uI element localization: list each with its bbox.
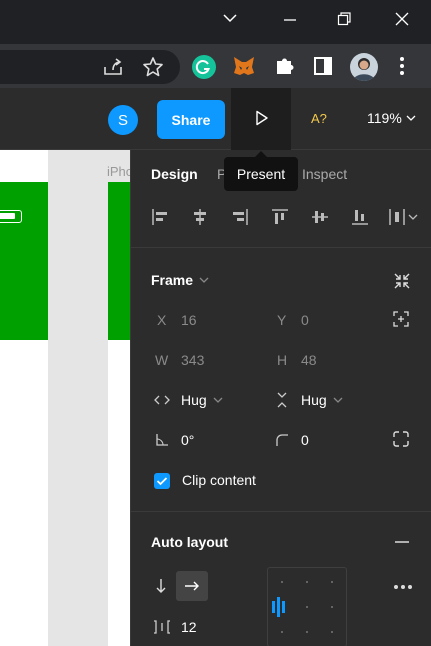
x-label: X bbox=[157, 312, 167, 328]
green-header-left[interactable] bbox=[0, 182, 48, 340]
address-bar[interactable] bbox=[0, 50, 180, 84]
bookmark-star-icon[interactable] bbox=[142, 56, 164, 78]
align-vertical-center-icon[interactable] bbox=[311, 208, 329, 226]
tooltip-arrow bbox=[255, 151, 267, 157]
independent-corners-icon[interactable] bbox=[393, 431, 409, 447]
chevron-down-icon bbox=[199, 277, 209, 283]
hug-vertical-icon bbox=[276, 391, 288, 409]
sidepanel-icon[interactable] bbox=[313, 56, 333, 76]
h-input[interactable]: 48 bbox=[301, 352, 317, 368]
w-label: W bbox=[155, 352, 169, 368]
clip-content-checkbox[interactable] bbox=[154, 473, 170, 489]
divider bbox=[131, 511, 431, 512]
properties-panel: Design P Inspect Present Frame X 16 Y 0 bbox=[130, 150, 431, 646]
corner-radius-icon bbox=[275, 433, 289, 447]
divider bbox=[131, 247, 431, 248]
width-mode: Hug bbox=[181, 392, 207, 408]
extensions-puzzle-icon[interactable] bbox=[273, 55, 295, 77]
spacing-input[interactable]: 12 bbox=[181, 619, 197, 635]
tab-design[interactable]: Design bbox=[151, 166, 198, 182]
share-button[interactable]: Share bbox=[157, 100, 225, 139]
tooltip-text: Present bbox=[236, 166, 286, 182]
profile-avatar[interactable] bbox=[350, 53, 378, 81]
resize-to-fit-icon[interactable] bbox=[393, 272, 411, 290]
horizontal-direction-button[interactable] bbox=[176, 571, 208, 601]
y-label: Y bbox=[277, 312, 287, 328]
missing-fonts-button[interactable]: A? bbox=[311, 111, 327, 126]
height-mode: Hug bbox=[301, 392, 327, 408]
close-icon[interactable] bbox=[394, 11, 410, 27]
restore-icon[interactable] bbox=[336, 11, 352, 27]
checkmark-icon bbox=[156, 477, 168, 486]
auto-layout-alignment-grid[interactable] bbox=[267, 567, 347, 646]
green-header-right[interactable] bbox=[108, 182, 130, 340]
corner-radius-input[interactable]: 0 bbox=[301, 432, 309, 448]
chevron-down-icon[interactable] bbox=[222, 12, 238, 24]
auto-layout-title: Auto layout bbox=[151, 534, 228, 550]
figma-toolbar: S Share A? 119% bbox=[0, 88, 431, 150]
more-options-icon[interactable] bbox=[393, 584, 413, 590]
chevron-down-icon bbox=[406, 115, 416, 121]
zoom-value: 119% bbox=[367, 110, 402, 126]
metamask-icon[interactable] bbox=[232, 54, 256, 78]
x-input[interactable]: 16 bbox=[181, 312, 197, 328]
share-page-icon[interactable] bbox=[102, 57, 124, 77]
width-sizing-dropdown[interactable]: Hug bbox=[181, 392, 223, 408]
align-horizontal-center-icon[interactable] bbox=[191, 208, 209, 226]
frame-title: Frame bbox=[151, 272, 194, 288]
grammarly-icon[interactable] bbox=[192, 55, 216, 79]
remove-auto-layout-icon[interactable] bbox=[394, 540, 410, 544]
rotation-input[interactable]: 0° bbox=[181, 432, 194, 448]
hug-horizontal-icon bbox=[153, 394, 171, 406]
spacing-icon bbox=[153, 620, 171, 634]
align-right-icon[interactable] bbox=[231, 208, 249, 226]
present-tooltip: Present bbox=[224, 157, 298, 191]
user-avatar[interactable]: S bbox=[108, 105, 138, 135]
present-button[interactable] bbox=[231, 88, 291, 150]
rotation-icon bbox=[155, 433, 169, 447]
zoom-dropdown[interactable]: 119% bbox=[367, 110, 416, 126]
vertical-direction-icon[interactable] bbox=[155, 578, 167, 594]
distribute-icon[interactable] bbox=[388, 208, 418, 226]
browser-titlebar bbox=[0, 0, 431, 44]
battery-icon bbox=[0, 210, 22, 223]
align-left-icon[interactable] bbox=[151, 208, 169, 226]
y-input[interactable]: 0 bbox=[301, 312, 309, 328]
h-label: H bbox=[277, 352, 288, 368]
absolute-position-icon[interactable] bbox=[393, 311, 409, 327]
align-top-icon[interactable] bbox=[271, 208, 289, 226]
w-input[interactable]: 343 bbox=[181, 352, 204, 368]
align-bottom-icon[interactable] bbox=[351, 208, 369, 226]
more-vert-icon[interactable] bbox=[396, 56, 408, 76]
chevron-down-icon bbox=[213, 397, 223, 403]
height-sizing-dropdown[interactable]: Hug bbox=[301, 392, 343, 408]
play-icon bbox=[255, 110, 269, 126]
clip-content-label[interactable]: Clip content bbox=[182, 472, 256, 488]
arrow-right-icon bbox=[184, 580, 200, 592]
tab-inspect[interactable]: Inspect bbox=[302, 166, 347, 182]
frame-section-header[interactable]: Frame bbox=[151, 272, 209, 288]
minimize-icon[interactable] bbox=[282, 12, 298, 28]
design-canvas[interactable]: iPho bbox=[0, 150, 133, 646]
chevron-down-icon bbox=[333, 397, 343, 403]
